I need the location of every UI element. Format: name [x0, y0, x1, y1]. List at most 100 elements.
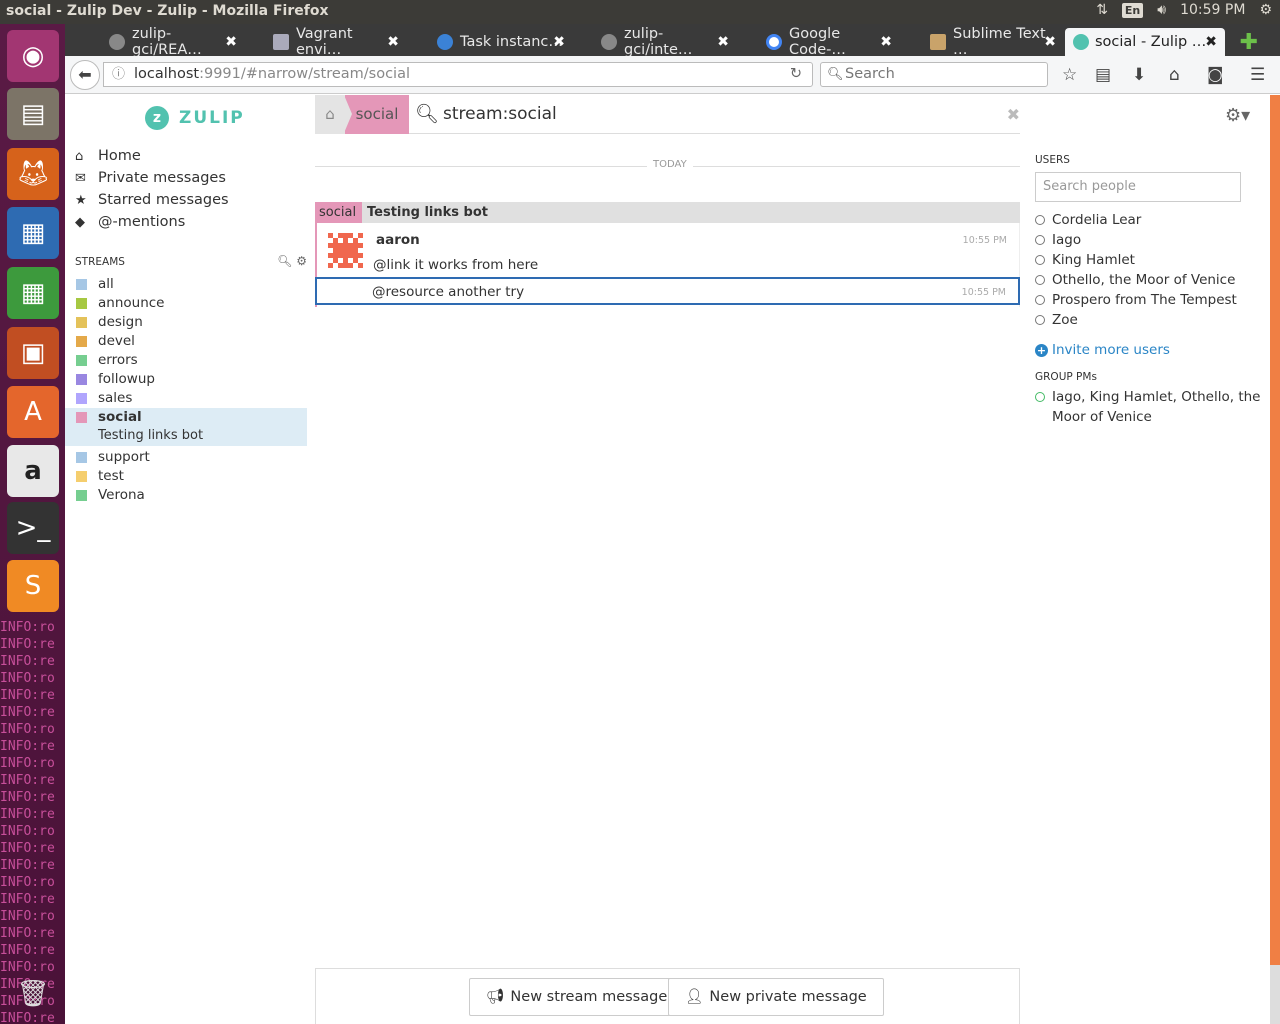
stream-item-followup[interactable]: followup	[65, 370, 307, 389]
calc-icon[interactable]: ▦	[7, 267, 59, 319]
user-item[interactable]: Prospero from The Tempest	[1035, 290, 1275, 310]
amazon-icon[interactable]: a	[7, 445, 59, 497]
ubuntu-dash-icon[interactable]: ◉	[7, 30, 59, 82]
browser-tab-active[interactable]: social - Zulip … ✖	[1065, 28, 1225, 56]
stream-item-sales[interactable]: sales	[65, 389, 307, 408]
megaphone-icon: 📢︎	[486, 989, 505, 1005]
url-host: localhost	[134, 66, 200, 82]
user-list: Cordelia Lear Iago King Hamlet Othello, …	[1035, 210, 1275, 330]
nav-home[interactable]: ⌂ Home	[75, 145, 307, 167]
invite-more-users-link[interactable]: + Invite more users	[1035, 342, 1170, 358]
home-icon[interactable]: ⌂	[1169, 65, 1180, 85]
group-pm-item[interactable]: Iago, King Hamlet, Othello, the Moor of …	[1035, 387, 1270, 427]
search-people-input[interactable]: Search people	[1035, 172, 1241, 202]
message-time[interactable]: 10:55 PM	[963, 235, 1007, 246]
downloads-icon[interactable]: ⬇	[1132, 65, 1146, 85]
network-icon[interactable]: ⇅	[1096, 2, 1108, 18]
stream-item-announce[interactable]: announce	[65, 294, 307, 313]
topic-item[interactable]: Testing links bot	[65, 427, 307, 446]
stream-search-icon[interactable]: 🔍︎	[277, 254, 292, 268]
stream-color-swatch	[76, 452, 87, 463]
recipient-stream-label[interactable]: social	[315, 202, 363, 223]
browser-search-input[interactable]: 🔍︎ Search	[820, 62, 1048, 87]
back-button[interactable]: ⬅	[70, 60, 100, 90]
writer-icon[interactable]: ▦	[7, 207, 59, 259]
close-tab-icon[interactable]: ✖	[225, 34, 237, 50]
sublime-text-icon[interactable]: S	[7, 560, 59, 612]
home-narrow-button[interactable]: ⌂	[315, 95, 345, 134]
browser-tab[interactable]: Google Code-… ✖	[744, 26, 892, 58]
url-bar[interactable]: ⓘ localhost:9991/#narrow/stream/social ↻	[103, 62, 813, 87]
presence-dot	[1035, 255, 1045, 265]
close-tab-icon[interactable]: ✖	[880, 34, 892, 50]
pocket-icon[interactable]: ◙	[1207, 65, 1224, 85]
close-tab-icon[interactable]: ✖	[387, 34, 399, 50]
browser-tab[interactable]: Task instanc… ✖	[415, 28, 565, 56]
stream-item-verona[interactable]: Verona	[65, 486, 307, 505]
stream-settings-gear-icon[interactable]: ⚙	[296, 254, 307, 268]
clear-search-icon[interactable]: ✖	[1007, 95, 1020, 134]
browser-tab[interactable]: Vagrant envi… ✖	[251, 26, 399, 58]
stream-item-errors[interactable]: errors	[65, 351, 307, 370]
compose-area: 📢︎ New stream message 👤︎ New private mes…	[315, 968, 1020, 1024]
new-stream-message-button[interactable]: 📢︎ New stream message	[469, 978, 685, 1016]
close-tab-icon[interactable]: ✖	[553, 34, 565, 50]
browser-tab[interactable]: zulip-gci/inte… ✖	[579, 26, 729, 58]
stream-narrow-tag[interactable]: social	[344, 95, 409, 134]
stream-item-design[interactable]: design	[65, 313, 307, 332]
software-center-icon[interactable]: A	[7, 386, 59, 438]
stream-color-swatch	[76, 336, 87, 347]
recipient-topic-label[interactable]: Testing links bot	[367, 202, 488, 223]
clock[interactable]: 10:59 PM	[1180, 2, 1245, 18]
user-item[interactable]: Zoe	[1035, 310, 1275, 330]
volume-icon[interactable]: 🔊︎	[1157, 2, 1166, 18]
new-tab-icon[interactable]: ✚	[1240, 30, 1258, 55]
scrollbar-track[interactable]	[1270, 965, 1280, 1024]
zulip-logo[interactable]: z ZULIP	[145, 106, 245, 130]
terminal-icon[interactable]: >_	[7, 502, 59, 554]
info-icon[interactable]: ⓘ	[112, 63, 125, 86]
trash-icon[interactable]: 🗑︎	[7, 968, 59, 1020]
user-item[interactable]: Othello, the Moor of Venice	[1035, 270, 1275, 290]
stream-item-support[interactable]: support	[65, 448, 307, 467]
reload-icon[interactable]: ↻	[790, 63, 802, 86]
user-name: Othello, the Moor of Venice	[1052, 272, 1236, 288]
user-item[interactable]: Iago	[1035, 230, 1275, 250]
browser-tab[interactable]: zulip-gci/REA… ✖	[87, 26, 237, 58]
nav-starred-messages[interactable]: ★ Starred messages	[75, 189, 307, 211]
user-item[interactable]: Cordelia Lear	[1035, 210, 1275, 230]
nav-private-messages[interactable]: ✉ Private messages	[75, 167, 307, 189]
stream-item-social[interactable]: social	[65, 408, 307, 427]
close-tab-icon[interactable]: ✖	[717, 34, 729, 50]
power-gear-icon[interactable]: ⚙	[1259, 2, 1272, 18]
stream-item-all[interactable]: all	[65, 275, 307, 294]
close-tab-icon[interactable]: ✖	[1205, 34, 1217, 50]
stream-item-test[interactable]: test	[65, 467, 307, 486]
message-sender[interactable]: aaron	[376, 232, 420, 248]
firefox-icon[interactable]: 🦊︎	[7, 148, 59, 200]
reading-list-icon[interactable]: ▤	[1095, 65, 1111, 85]
browser-tab[interactable]: Sublime Text … ✖	[908, 26, 1056, 58]
bookmark-star-icon[interactable]: ☆	[1062, 65, 1077, 85]
stream-item-devel[interactable]: devel	[65, 332, 307, 351]
presence-dot	[1035, 215, 1045, 225]
menu-icon[interactable]: ☰	[1250, 65, 1265, 85]
recipient-bar[interactable]: social Testing links bot	[315, 202, 1020, 223]
stream-name: devel	[98, 333, 135, 349]
avatar[interactable]	[328, 233, 363, 268]
user-item[interactable]: King Hamlet	[1035, 250, 1275, 270]
search-query-input[interactable]: 🔍︎ stream:social ✖	[415, 95, 1020, 134]
new-private-message-button[interactable]: 👤︎ New private message	[668, 978, 884, 1016]
keyboard-layout-indicator[interactable]: En	[1121, 2, 1144, 18]
message-row-selected[interactable]: @resource another try 10:55 PM	[315, 277, 1020, 305]
files-icon[interactable]: ▤	[7, 88, 59, 140]
tag-icon: ◆	[75, 214, 85, 230]
nav-mentions[interactable]: ◆ @-mentions	[75, 211, 307, 233]
streams-header: STREAMS 🔍︎ ⚙	[75, 254, 307, 268]
settings-gear-icon[interactable]: ⚙▾	[1225, 105, 1250, 126]
tab-label: Sublime Text …	[953, 26, 1046, 58]
impress-icon[interactable]: ▣	[7, 327, 59, 379]
message-time[interactable]: 10:55 PM	[962, 287, 1006, 298]
browser-tab-bar: zulip-gci/REA… ✖ Vagrant envi… ✖ Task in…	[65, 24, 1280, 58]
close-tab-icon[interactable]: ✖	[1044, 34, 1056, 50]
